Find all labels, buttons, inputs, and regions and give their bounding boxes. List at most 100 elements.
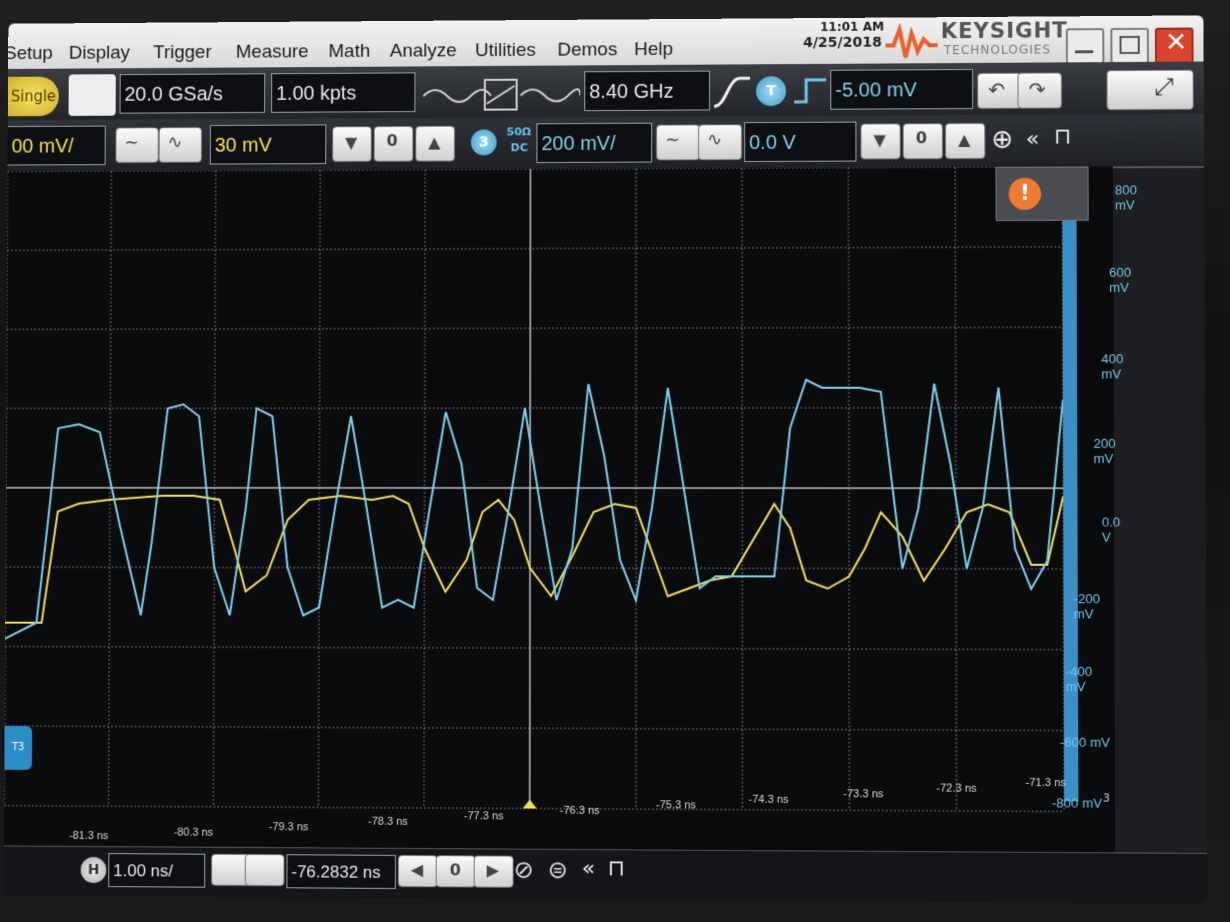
- minimize-icon: [1074, 50, 1094, 54]
- ch1-offset-field[interactable]: 30 mV: [209, 124, 327, 165]
- ch3-up-button[interactable]: ▲: [944, 122, 986, 160]
- menu-math[interactable]: Math: [328, 41, 370, 63]
- ch3-zero-button[interactable]: 0: [902, 123, 944, 160]
- single-button[interactable]: Single: [7, 76, 59, 117]
- x-axis-label: -79.3 ns: [268, 821, 309, 834]
- wave-icon: ∿: [167, 132, 183, 153]
- redo-button[interactable]: ↷: [1017, 72, 1063, 109]
- x-axis-label: -71.3 ns: [1025, 776, 1066, 790]
- ch1-down-button[interactable]: ▼: [332, 126, 372, 163]
- y-axis-label: -200 mV: [1073, 591, 1101, 622]
- horizontal-position-field[interactable]: -76.2832 ns: [286, 854, 396, 890]
- ch3-fine-button[interactable]: ∿: [698, 124, 743, 161]
- x-axis-label: -74.3 ns: [748, 793, 789, 806]
- run-stop-button[interactable]: [68, 74, 116, 116]
- memory-depth-field[interactable]: 1.00 kpts: [271, 72, 416, 113]
- alert-button[interactable]: !: [995, 166, 1089, 221]
- y-axis-label: 200 mV: [1093, 435, 1116, 467]
- menu-trigger[interactable]: Trigger: [153, 42, 212, 64]
- ch1-up-button[interactable]: ▲: [415, 125, 456, 162]
- y-axis-label: 600 mV: [1109, 264, 1132, 295]
- redo-icon: ↷: [1028, 77, 1046, 102]
- chevron-up-icon: ▲: [428, 132, 441, 152]
- ch3-coarse-button[interactable]: ∼: [656, 124, 701, 161]
- close-button[interactable]: ✕: [1154, 27, 1194, 64]
- chevron-down-icon: ▼: [345, 133, 358, 153]
- sample-rate-field[interactable]: 20.0 GSa/s: [119, 73, 266, 114]
- maximize-icon: [1119, 35, 1140, 55]
- ch3-offset-field[interactable]: 0.0 V: [744, 121, 857, 163]
- trigger-position-marker: [522, 799, 537, 809]
- x-axis-label: -72.3 ns: [936, 782, 977, 795]
- horizontal-toolbar: H 1.00 ns/ -76.2832 ns ◀ 0 ▶ ⊘ ⊜ « ⊓: [3, 845, 1208, 904]
- grid-horizontal-line: [6, 408, 1063, 409]
- minimize-button[interactable]: [1065, 28, 1105, 65]
- timebase-fine-button[interactable]: [244, 853, 285, 887]
- x-axis-label: -76.3 ns: [559, 804, 600, 817]
- y-axis-label: -800 mV: [1051, 795, 1102, 811]
- horizontal-badge[interactable]: H: [80, 856, 107, 884]
- grid-vertical-line: [848, 168, 849, 811]
- menu-measure[interactable]: Measure: [236, 41, 309, 63]
- ch3-scale-field[interactable]: 200 mV/: [536, 122, 653, 164]
- ch1-fine-button[interactable]: ∿: [158, 127, 203, 163]
- grid-horizontal-line: [5, 726, 1064, 731]
- x-axis-label: -81.3 ns: [68, 829, 109, 843]
- brand-subtitle: TECHNOLOGIES: [943, 42, 1052, 58]
- trigger-level-field[interactable]: -5.00 mV: [830, 68, 974, 110]
- chevron-right-icon: ▶: [486, 860, 499, 880]
- grid-horizontal-line: [5, 567, 1063, 569]
- waveform-graticule[interactable]: 800 mV 600 mV 400 mV 200 mV 0.0 V -200 m…: [4, 166, 1137, 904]
- auto-scale-icon: ⤢: [1154, 72, 1174, 101]
- timebase-field[interactable]: 1.00 ns/: [108, 853, 206, 888]
- menu-analyze[interactable]: Analyze: [390, 40, 457, 62]
- pin-icon[interactable]: ⊓: [608, 856, 625, 881]
- grid-vertical-line: [318, 170, 320, 807]
- settings-icon[interactable]: ⊜: [548, 856, 568, 884]
- pin-icon[interactable]: ⊓: [1054, 124, 1071, 149]
- menu-display[interactable]: Display: [69, 43, 130, 65]
- x-axis-label: -75.3 ns: [655, 799, 696, 812]
- auto-scale-button[interactable]: ⤢: [1106, 69, 1194, 111]
- collapse-icon[interactable]: «: [582, 856, 596, 881]
- undo-icon: ↶: [988, 77, 1006, 102]
- grid-horizontal-line: [6, 488, 1063, 489]
- position-right-button[interactable]: ▶: [473, 855, 514, 888]
- menu-help[interactable]: Help: [634, 39, 673, 61]
- trigger-slope-icon[interactable]: [712, 72, 752, 112]
- ch1-coarse-button[interactable]: ∼: [115, 127, 159, 164]
- grid-vertical-line: [955, 167, 956, 811]
- trigger-badge[interactable]: T: [756, 76, 787, 107]
- channel-number: 3: [1102, 791, 1110, 805]
- maximize-button[interactable]: [1110, 27, 1149, 65]
- waveform-svg: [4, 166, 1115, 852]
- chevron-left-icon: ◀: [410, 860, 424, 880]
- y-axis-label: 400 mV: [1101, 351, 1124, 382]
- ch3-ground-tab[interactable]: T3: [4, 725, 33, 770]
- keysight-wave-icon: [885, 23, 937, 59]
- oscilloscope-screen: Setup Display Trigger Measure Math Analy…: [3, 15, 1208, 904]
- y-axis-label: 0.0 V: [1101, 514, 1121, 545]
- x-axis-label: -80.3 ns: [173, 826, 214, 839]
- ch3-coupling: DC: [510, 141, 528, 155]
- add-channel-icon[interactable]: ⊕: [991, 125, 1013, 155]
- ch3-badge[interactable]: 3: [470, 129, 497, 156]
- ch3-axis-strip: [1062, 166, 1079, 802]
- ch1-zero-button[interactable]: 0: [373, 125, 414, 162]
- menu-demos[interactable]: Demos: [557, 39, 617, 61]
- collapse-icon[interactable]: «: [1026, 127, 1040, 152]
- zoom-icon[interactable]: ⊘: [514, 856, 534, 884]
- undo-button[interactable]: ↶: [977, 72, 1022, 109]
- menu-utilities[interactable]: Utilities: [475, 40, 536, 62]
- bandwidth-field[interactable]: 8.40 GHz: [584, 70, 711, 112]
- channel-toolbar: 00 mV/ ∼ ∿ 30 mV ▼ 0 ▲ 3 50Ω DC 200 mV/ …: [7, 113, 1205, 174]
- ch1-scale-field[interactable]: 00 mV/: [7, 125, 106, 166]
- close-icon: ✕: [1165, 27, 1188, 58]
- position-zero-button[interactable]: 0: [435, 855, 476, 888]
- ch3-down-button[interactable]: ▼: [860, 123, 901, 160]
- position-left-button[interactable]: ◀: [397, 854, 438, 888]
- menu-setup[interactable]: Setup: [4, 43, 53, 65]
- brand-name: KEYSIGHT: [940, 18, 1068, 44]
- status-date: 4/25/2018: [803, 34, 882, 52]
- y-axis-label: 800 mV: [1114, 182, 1137, 213]
